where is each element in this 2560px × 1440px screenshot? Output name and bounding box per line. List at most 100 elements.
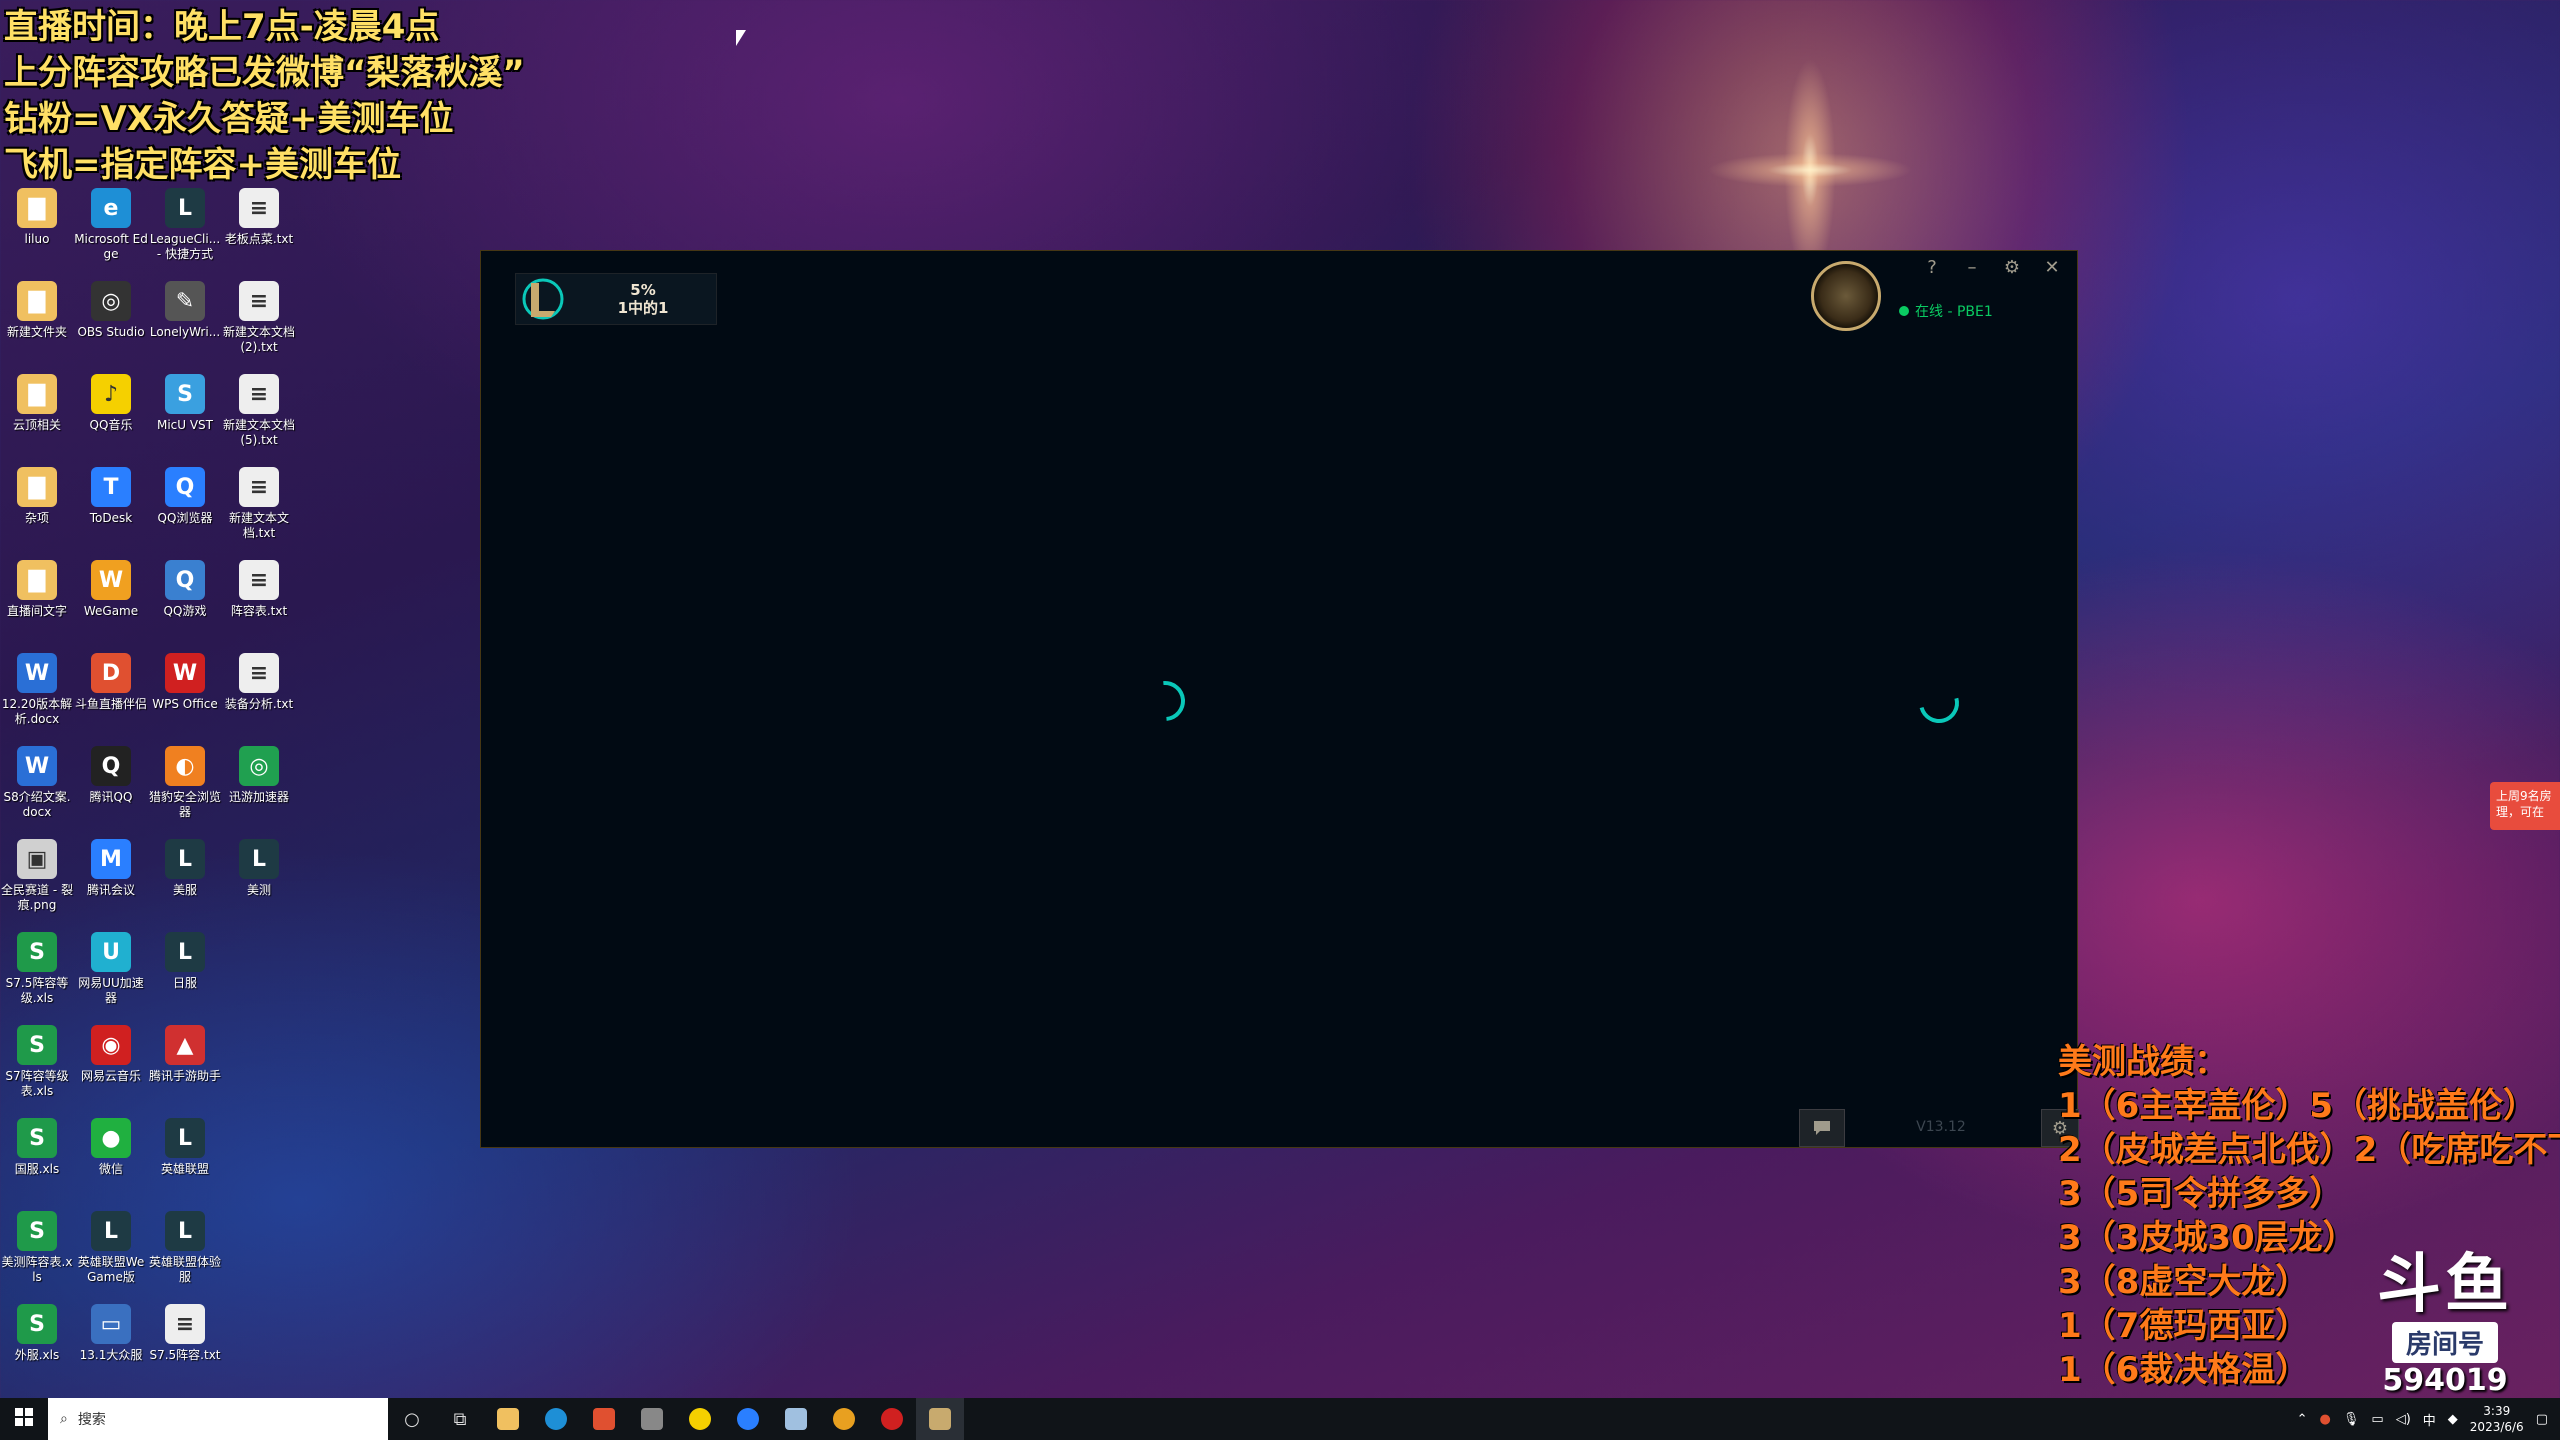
desktop-icon[interactable]: Q 腾讯QQ bbox=[74, 746, 148, 805]
clock[interactable]: 3:39 2023/6/6 bbox=[2470, 1403, 2524, 1435]
security-icon[interactable]: ◆ bbox=[2448, 1412, 2458, 1427]
desktop-icon[interactable]: ▇ 直播间文字 bbox=[0, 560, 74, 619]
desktop-icon-label: S7.5阵容.txt bbox=[149, 1348, 221, 1362]
desktop-icon-label: 腾讯会议 bbox=[86, 883, 135, 897]
desktop-icon[interactable]: Q QQ浏览器 bbox=[148, 467, 222, 526]
desktop-icon[interactable]: S S7.5阵容等级.xls bbox=[0, 932, 74, 1006]
desktop-icon-glyph: ◉ bbox=[91, 1025, 131, 1065]
desktop-icon[interactable]: L LeagueCli... - 快捷方式 bbox=[148, 188, 222, 262]
desktop-icon[interactable]: S S7阵容等级表.xls bbox=[0, 1025, 74, 1099]
desktop-icon-glyph: S bbox=[17, 932, 57, 972]
desktop-icon-label: MicU VST bbox=[156, 418, 214, 432]
tray-app-icon[interactable]: ● bbox=[2320, 1412, 2331, 1427]
douyu-logo: 斗鱼 bbox=[2377, 1248, 2513, 1322]
cortana-icon[interactable]: ○ bbox=[388, 1409, 436, 1430]
desktop-icon[interactable]: ▭ 13.1大众服 bbox=[74, 1304, 148, 1363]
desktop-icon[interactable]: ≡ 新建文本文档 (2).txt bbox=[222, 281, 296, 355]
desktop-icon[interactable]: S MicU VST bbox=[148, 374, 222, 433]
desktop-icon[interactable]: W 12.20版本解析.docx bbox=[0, 653, 74, 727]
desktop-icon[interactable]: ≡ S7.5阵容.txt bbox=[148, 1304, 222, 1363]
help-icon[interactable]: ? bbox=[1923, 257, 1941, 278]
desktop-icon[interactable]: W WeGame bbox=[74, 560, 148, 619]
room-label: 房间号 bbox=[2391, 1322, 2498, 1363]
mic-icon[interactable]: 🎙 bbox=[2343, 1412, 2360, 1427]
online-status: 在线 - PBE1 bbox=[1899, 301, 1993, 321]
volume-icon[interactable]: ◁) bbox=[2396, 1412, 2411, 1427]
desktop-icon-glyph: W bbox=[91, 560, 131, 600]
desktop-icon-glyph: T bbox=[91, 467, 131, 507]
task-view-icon[interactable]: ⧉ bbox=[436, 1409, 484, 1430]
desktop-icon-glyph: ▇ bbox=[17, 188, 57, 228]
desktop-icon-label: 英雄联盟体验服 bbox=[148, 1255, 221, 1284]
taskbar-app-edge[interactable] bbox=[532, 1398, 580, 1440]
desktop-icon[interactable]: ≡ 新建文本文档 (5).txt bbox=[222, 374, 296, 448]
taskbar-search[interactable]: ⌕ 搜索 bbox=[48, 1398, 388, 1440]
minimize-icon[interactable]: – bbox=[1963, 257, 1981, 278]
chat-button[interactable] bbox=[1799, 1109, 1845, 1147]
record-line: 1（6主宰盖伦）5（挑战盖伦） bbox=[2058, 1086, 2537, 1126]
desktop-icon[interactable]: L 英雄联盟体验服 bbox=[148, 1211, 222, 1285]
close-icon[interactable]: ✕ bbox=[2043, 257, 2061, 278]
desktop-icon[interactable]: ◎ 迅游加速器 bbox=[222, 746, 296, 805]
desktop-icon[interactable]: ▣ 全民赛道 - 裂痕.png bbox=[0, 839, 74, 913]
desktop-icon[interactable]: Q QQ游戏 bbox=[148, 560, 222, 619]
side-notification[interactable]: 上周9名房 理，可在 bbox=[2490, 782, 2560, 830]
desktop-icon[interactable]: ✎ LonelyWri... bbox=[148, 281, 222, 340]
window-controls: ? – ⚙ ✕ bbox=[1923, 257, 2061, 278]
desktop-icon[interactable]: W WPS Office bbox=[148, 653, 222, 712]
desktop-icon-label: 外服.xls bbox=[14, 1348, 60, 1362]
desktop-icon[interactable]: ≡ 阵容表.txt bbox=[222, 560, 296, 619]
taskbar-app-explorer[interactable] bbox=[484, 1398, 532, 1440]
desktop-icon-label: 装备分析.txt bbox=[224, 697, 294, 711]
league-client-window[interactable]: 5% 1中的1 在线 - PBE1 ? – ⚙ ✕ V13.12 ⚙ bbox=[480, 250, 2079, 1148]
taskbar-app-douyu[interactable] bbox=[580, 1398, 628, 1440]
taskbar-app-netease[interactable] bbox=[868, 1398, 916, 1440]
overlay-line-4: 飞机=指定阵容+美测车位 bbox=[4, 145, 401, 185]
desktop-icon[interactable]: ▲ 腾讯手游助手 bbox=[148, 1025, 222, 1084]
desktop-icon[interactable]: e Microsoft Edge bbox=[74, 188, 148, 262]
ime-indicator[interactable]: 中 bbox=[2423, 1410, 2436, 1429]
desktop-icon[interactable]: ♪ QQ音乐 bbox=[74, 374, 148, 433]
desktop-icon[interactable]: ≡ 老板点菜.txt bbox=[222, 188, 296, 247]
taskbar-app-qqmusic[interactable] bbox=[676, 1398, 724, 1440]
desktop-icon[interactable]: ◎ OBS Studio bbox=[74, 281, 148, 340]
desktop-icon[interactable]: ≡ 装备分析.txt bbox=[222, 653, 296, 712]
desktop-icon[interactable]: L 美服 bbox=[148, 839, 222, 898]
desktop-icon[interactable]: L 英雄联盟WeGame版 bbox=[74, 1211, 148, 1285]
desktop-icon[interactable]: M 腾讯会议 bbox=[74, 839, 148, 898]
desktop-icon[interactable]: ● 微信 bbox=[74, 1118, 148, 1177]
desktop-icon[interactable]: L 美测 bbox=[222, 839, 296, 898]
desktop-icon[interactable]: ▇ liluo bbox=[0, 188, 74, 247]
taskbar-app-league[interactable] bbox=[916, 1398, 964, 1440]
taskbar-app-lonelywriter[interactable] bbox=[628, 1398, 676, 1440]
taskbar-app-notes[interactable] bbox=[772, 1398, 820, 1440]
desktop-icon[interactable]: S 美测阵容表.xls bbox=[0, 1211, 74, 1285]
start-button[interactable] bbox=[0, 1407, 48, 1431]
desktop-icon[interactable]: ▇ 新建文件夹 bbox=[0, 281, 74, 340]
desktop-icon[interactable]: ◐ 猎豹安全浏览器 bbox=[148, 746, 222, 820]
toast-line: 上周9名房 bbox=[2496, 789, 2552, 803]
desktop-icon[interactable]: U 网易UU加速器 bbox=[74, 932, 148, 1006]
tray-chevron-icon[interactable]: ⌃ bbox=[2297, 1412, 2308, 1427]
desktop-icon[interactable]: W S8介绍文案.docx bbox=[0, 746, 74, 820]
desktop-icon[interactable]: L 日服 bbox=[148, 932, 222, 991]
desktop-icon-label: OBS Studio bbox=[77, 325, 145, 339]
desktop-icon-glyph: ▲ bbox=[165, 1025, 205, 1065]
desktop-icon[interactable]: ◉ 网易云音乐 bbox=[74, 1025, 148, 1084]
taskbar-app-chrome[interactable] bbox=[820, 1398, 868, 1440]
desktop-icon[interactable]: T ToDesk bbox=[74, 467, 148, 526]
notification-icon[interactable]: ▢ bbox=[2536, 1412, 2548, 1427]
desktop-icon[interactable]: L 英雄联盟 bbox=[148, 1118, 222, 1177]
network-icon[interactable]: ▭ bbox=[2371, 1412, 2383, 1427]
desktop-icon[interactable]: S 外服.xls bbox=[0, 1304, 74, 1363]
windows-icon bbox=[15, 1408, 33, 1426]
desktop-icon[interactable]: ▇ 云顶相关 bbox=[0, 374, 74, 433]
desktop-icon[interactable]: ≡ 新建文本文档.txt bbox=[222, 467, 296, 541]
desktop-icon[interactable]: S 国服.xls bbox=[0, 1118, 74, 1177]
desktop-icon-glyph: M bbox=[91, 839, 131, 879]
settings-icon[interactable]: ⚙ bbox=[2003, 257, 2021, 278]
desktop-icon[interactable]: D 斗鱼直播伴侣 bbox=[74, 653, 148, 712]
desktop-icon[interactable]: ▇ 杂项 bbox=[0, 467, 74, 526]
taskbar-app-qqbrowser[interactable] bbox=[724, 1398, 772, 1440]
summoner-avatar[interactable] bbox=[1811, 261, 1881, 331]
